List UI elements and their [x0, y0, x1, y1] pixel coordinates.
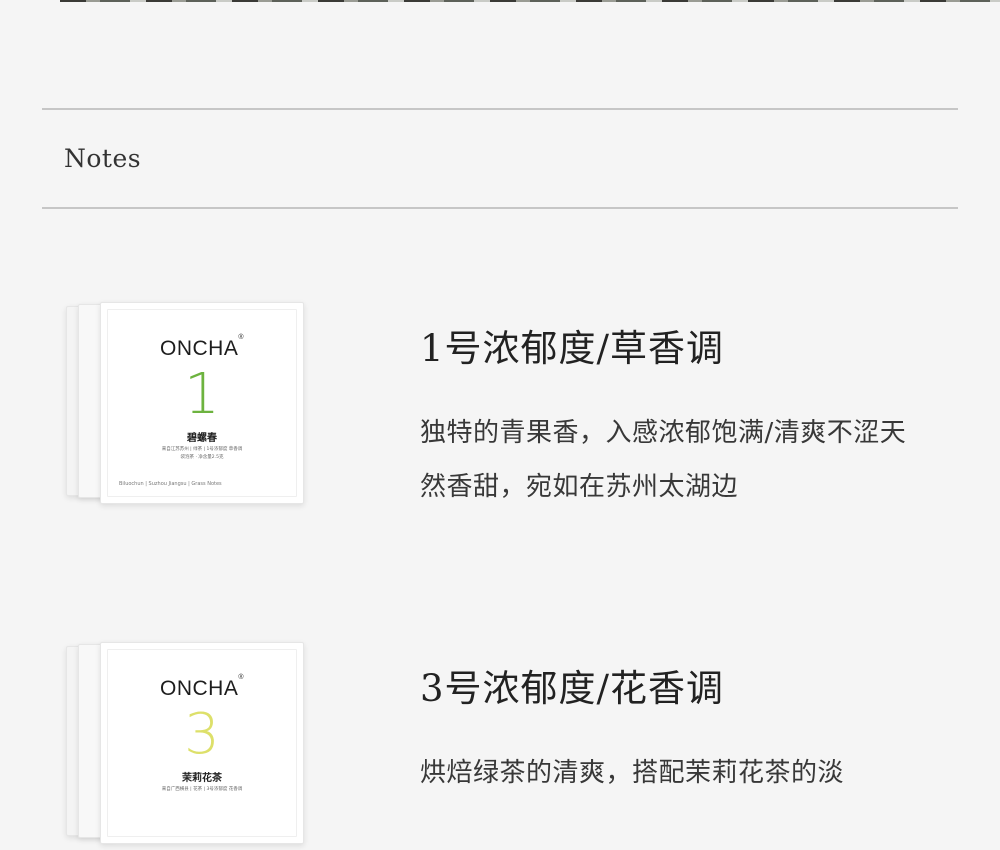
tea-pack-image: ONCHA® 1 碧螺春 来自江苏苏州 | 绿茶 | 1号浓郁度 草香调 袋泡茶… — [62, 300, 312, 510]
pack-subtitle-2: 袋泡茶 · 净含量2.5克 — [180, 455, 224, 460]
pack-subtitle: 来自广西横县 | 花茶 | 3号浓郁度 花香调 — [161, 787, 243, 792]
section-divider-bottom — [42, 207, 958, 209]
pack-number: 3 — [184, 702, 220, 767]
pack-subtitle: 来自江苏苏州 | 绿茶 | 1号浓郁度 草香调 — [161, 447, 243, 452]
sachet-front: ONCHA® 1 碧螺春 来自江苏苏州 | 绿茶 | 1号浓郁度 草香调 袋泡茶… — [100, 302, 304, 504]
product-title: 1号浓郁度/草香调 — [420, 327, 725, 370]
top-image-strip — [60, 0, 1000, 2]
pack-brand-logo: ONCHA® — [159, 334, 244, 360]
pack-tea-name: 茉莉花茶 — [182, 773, 222, 784]
pack-footer: Biluochun | Suzhou Jiangsu | Grass Notes — [119, 481, 222, 487]
sachet-front: ONCHA® 3 茉莉花茶 来自广西横县 | 花茶 | 3号浓郁度 花香调 — [100, 642, 304, 844]
pack-brand-logo: ONCHA® — [159, 674, 244, 700]
pack-tea-name: 碧螺春 — [187, 433, 217, 444]
product-description: 烘焙绿茶的清爽，搭配茉莉花茶的淡 — [420, 758, 845, 788]
pack-number: 1 — [184, 362, 220, 427]
section-title: Notes — [64, 144, 142, 173]
section-divider-top — [42, 108, 958, 110]
product-description: 独特的青果香，入感浓郁饱满/清爽不涩天然香甜，宛如在苏州太湖边 — [420, 418, 907, 502]
product-title: 3号浓郁度/花香调 — [420, 667, 725, 710]
tea-pack-image: ONCHA® 3 茉莉花茶 来自广西横县 | 花茶 | 3号浓郁度 花香调 — [62, 640, 312, 850]
